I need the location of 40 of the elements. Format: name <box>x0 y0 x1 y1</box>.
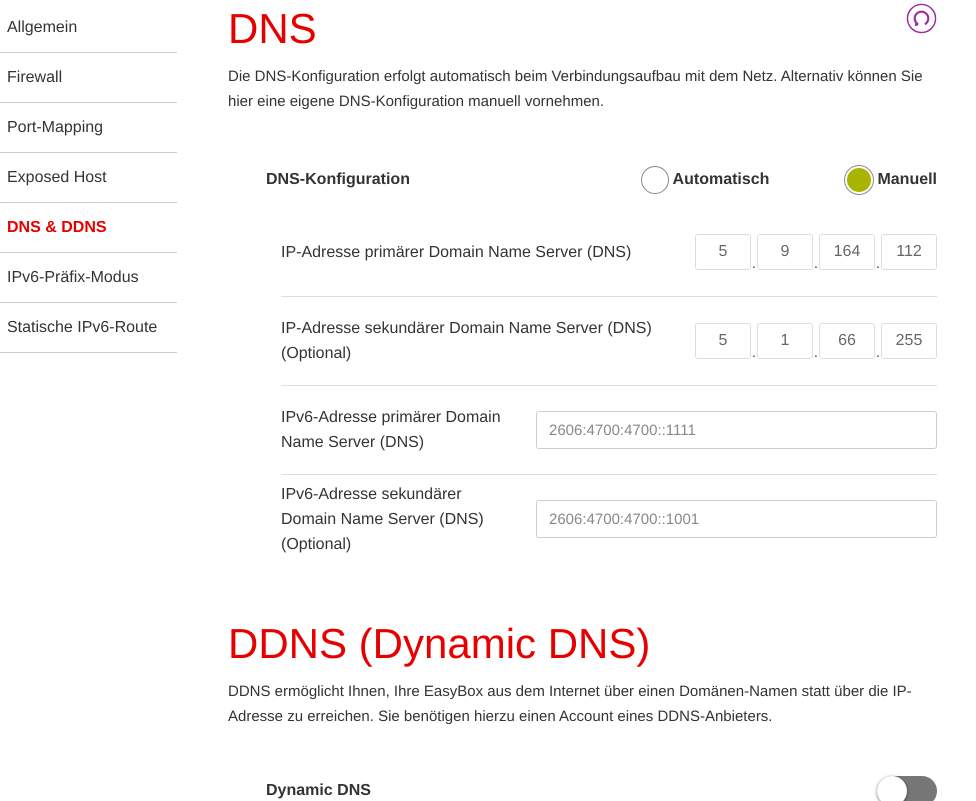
octet-field[interactable]: 5 <box>695 234 751 270</box>
refresh-icon[interactable] <box>906 3 937 34</box>
section-title: DNS <box>228 4 317 54</box>
radio-button[interactable] <box>640 166 669 194</box>
sidebar-item[interactable]: DNS & DDNS <box>0 203 177 253</box>
separator-dot: . <box>751 345 757 359</box>
sidebar-item[interactable]: Port-Mapping <box>0 103 177 153</box>
separator-dot: . <box>875 345 881 359</box>
radio-option[interactable]: Manuell <box>845 166 937 194</box>
radio-option[interactable]: Automatisch <box>640 166 770 194</box>
input-field[interactable]: 2606:4700:4700::1111 <box>536 411 937 449</box>
radio-label: Manuell <box>877 171 937 189</box>
sidebar-item[interactable]: Allgemein <box>0 3 177 53</box>
separator-dot: . <box>875 256 881 270</box>
toggle-switch[interactable] <box>877 776 937 801</box>
field-label: IPv6-Adresse primärer Domain Name Server (DNS) <box>281 408 502 453</box>
sidebar-item[interactable]: Exposed Host <box>0 153 177 203</box>
sidebar-item[interactable]: Firewall <box>0 53 177 103</box>
field-label: IP-Adresse primärer Domain Name Server (DNS) <box>281 242 632 262</box>
radio-label: Automatisch <box>672 171 770 189</box>
separator-dot: . <box>813 345 819 359</box>
octet-field[interactable]: 112 <box>881 234 937 270</box>
field-label: Dynamic DNS <box>266 782 371 800</box>
octet-field[interactable]: 9 <box>757 234 813 270</box>
description-text: DDNS ermöglicht Ihnen, Ihre EasyBox aus dem Internet über einen Domänen-Namen statt über die IP-Adresse zu erreichen. Sie benötigen hierzu einen Account eines DDNS-Anbieters. <box>228 682 913 727</box>
input-field[interactable]: 2606:4700:4700::1001 <box>536 500 937 538</box>
separator-dot: . <box>813 256 819 270</box>
separator-dot: . <box>751 256 757 270</box>
field-label: DNS-Konfiguration <box>266 171 410 189</box>
description-text: Die DNS-Konfiguration erfolgt automatisch beim Verbindungsaufbau mit dem Netz. Alternativ können Sie hier eine eigene DNS-Konfiguration manuell vornehmen. <box>228 67 924 112</box>
sidebar-item[interactable]: IPv6-Präfix-Modus <box>0 253 177 303</box>
octet-field[interactable]: 66 <box>819 323 875 359</box>
field-label: IPv6-Adresse sekundärer Domain Name Server (DNS) (Optional) <box>281 484 485 554</box>
octet-field[interactable]: 1 <box>757 323 813 359</box>
sidebar-item[interactable]: Statische IPv6-Route <box>0 303 177 353</box>
octet-field[interactable]: 5 <box>695 323 751 359</box>
octet-field[interactable]: 164 <box>819 234 875 270</box>
field-label: IP-Adresse sekundärer Domain Name Server (DNS) (Optional) <box>281 319 653 364</box>
octet-field[interactable]: 255 <box>881 323 937 359</box>
section-title: DDNS (Dynamic DNS) <box>228 619 652 669</box>
